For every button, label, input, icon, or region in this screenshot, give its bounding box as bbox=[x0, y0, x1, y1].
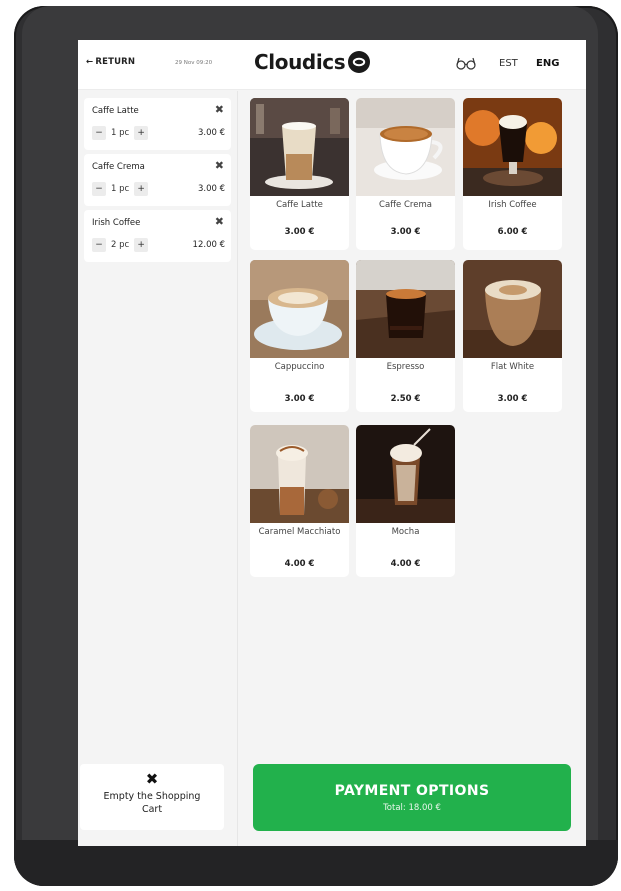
cart-item-name: Caffe Latte bbox=[92, 106, 139, 116]
product-card-mocha[interactable]: Mocha 4.00 € bbox=[356, 425, 455, 577]
product-name: Caffe Latte bbox=[276, 200, 323, 210]
cart-item-name: Caffe Crema bbox=[92, 162, 145, 172]
product-price: 3.00 € bbox=[284, 227, 315, 237]
espresso-image bbox=[356, 260, 455, 358]
product-price: 3.00 € bbox=[284, 394, 315, 404]
product-card-irish-coffee[interactable]: Irish Coffee 6.00 € bbox=[463, 98, 562, 250]
empty-cart-label: Empty the Shopping Cart bbox=[103, 791, 201, 815]
product-price: 3.00 € bbox=[497, 394, 528, 404]
plus-icon[interactable]: + bbox=[134, 238, 149, 252]
product-card-cappuccino[interactable]: Cappuccino 3.00 € bbox=[250, 260, 349, 412]
cloudics-logo-icon bbox=[348, 51, 371, 73]
payment-total: Total: 18.00 € bbox=[383, 803, 441, 813]
cart-item: Caffe Latte ✖ − 1 pc + 3.00 € bbox=[84, 98, 231, 150]
plus-icon[interactable]: + bbox=[134, 182, 149, 196]
product-card-caffe-latte[interactable]: Caffe Latte 3.00 € bbox=[250, 98, 349, 250]
shopping-cart: Caffe Latte ✖ − 1 pc + 3.00 € Caffe Crem… bbox=[78, 91, 238, 846]
caffe-latte-image bbox=[250, 98, 349, 196]
quantity-value: 1 pc bbox=[111, 128, 130, 138]
minus-icon[interactable]: − bbox=[92, 238, 106, 252]
product-price: 2.50 € bbox=[390, 394, 421, 404]
close-icon[interactable]: ✖ bbox=[215, 159, 224, 172]
empty-cart-button[interactable]: ✖ Empty the Shopping Cart bbox=[80, 764, 224, 830]
minus-icon[interactable]: − bbox=[92, 182, 106, 196]
plus-icon[interactable]: + bbox=[134, 126, 149, 140]
product-card-caffe-crema[interactable]: Caffe Crema 3.00 € bbox=[356, 98, 455, 250]
product-card-espresso[interactable]: Espresso 2.50 € bbox=[356, 260, 455, 412]
payment-options-button[interactable]: PAYMENT OPTIONS Total: 18.00 € bbox=[253, 764, 571, 831]
logo-text: Cloudics bbox=[254, 50, 346, 74]
caramel-macchiato-image bbox=[250, 425, 349, 523]
product-name: Espresso bbox=[386, 362, 425, 372]
date-time: 29 Nov 09:20 bbox=[175, 60, 213, 66]
product-card-flat-white[interactable]: Flat White 3.00 € bbox=[463, 260, 562, 412]
product-name: Flat White bbox=[490, 362, 535, 372]
mocha-image bbox=[356, 425, 455, 523]
product-card-caramel-macchiato[interactable]: Caramel Macchiato 4.00 € bbox=[250, 425, 349, 577]
irish-coffee-image bbox=[463, 98, 562, 196]
close-icon[interactable]: ✖ bbox=[215, 103, 224, 116]
product-price: 4.00 € bbox=[284, 559, 315, 569]
product-name: Caffe Crema bbox=[379, 200, 432, 210]
product-name: Cappuccino bbox=[274, 362, 325, 372]
kiosk-screen: ← RETURN 29 Nov 09:20 Cloudics EST ENG C… bbox=[78, 40, 586, 846]
quantity-stepper: − 1 pc + bbox=[92, 126, 149, 140]
cart-item-price: 3.00 € bbox=[197, 128, 225, 138]
app-logo: Cloudics bbox=[254, 50, 371, 74]
cart-item-price: 12.00 € bbox=[192, 240, 225, 250]
quantity-stepper: − 1 pc + bbox=[92, 182, 149, 196]
quantity-value: 2 pc bbox=[111, 240, 130, 250]
cart-item-name: Irish Coffee bbox=[92, 218, 141, 228]
arrow-left-icon: ← bbox=[86, 57, 94, 67]
header-bar: ← RETURN 29 Nov 09:20 Cloudics EST ENG bbox=[78, 40, 586, 90]
quantity-value: 1 pc bbox=[111, 184, 130, 194]
cart-item: Caffe Crema ✖ − 1 pc + 3.00 € bbox=[84, 154, 231, 206]
product-price: 6.00 € bbox=[497, 227, 528, 237]
caffe-crema-image bbox=[356, 98, 455, 196]
product-name: Caramel Macchiato bbox=[258, 527, 341, 537]
return-button[interactable]: ← RETURN bbox=[86, 57, 135, 67]
cart-item: Irish Coffee ✖ − 2 pc + 12.00 € bbox=[84, 210, 231, 262]
minus-icon[interactable]: − bbox=[92, 126, 106, 140]
cart-item-price: 3.00 € bbox=[197, 184, 225, 194]
product-name: Mocha bbox=[391, 527, 420, 537]
close-icon: ✖ bbox=[145, 770, 159, 788]
product-price: 3.00 € bbox=[390, 227, 421, 237]
tablet-edge bbox=[14, 840, 618, 886]
quantity-stepper: − 2 pc + bbox=[92, 238, 149, 252]
glasses-icon[interactable] bbox=[456, 56, 476, 70]
cappuccino-image bbox=[250, 260, 349, 358]
close-icon[interactable]: ✖ bbox=[215, 215, 224, 228]
lang-est-button[interactable]: EST bbox=[499, 58, 518, 69]
product-price: 4.00 € bbox=[390, 559, 421, 569]
return-label: RETURN bbox=[95, 57, 136, 67]
lang-eng-button[interactable]: ENG bbox=[536, 58, 559, 69]
payment-label: PAYMENT OPTIONS bbox=[334, 783, 490, 799]
product-name: Irish Coffee bbox=[488, 200, 537, 210]
flat-white-image bbox=[463, 260, 562, 358]
